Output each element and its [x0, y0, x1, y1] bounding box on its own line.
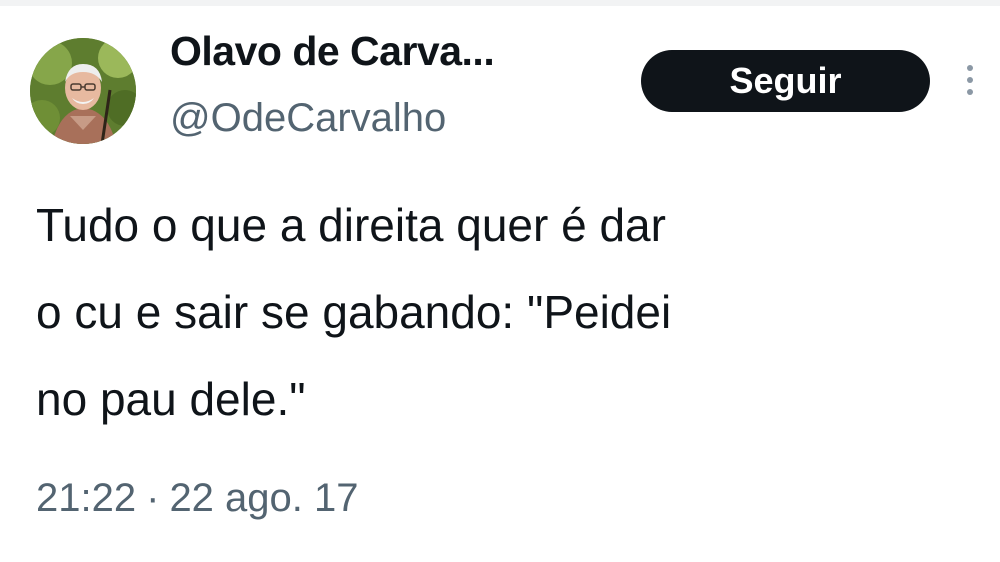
avatar-photo: [30, 38, 136, 144]
tweet-date: 22 ago. 17: [169, 476, 359, 520]
author-handle[interactable]: @OdeCarvalho: [170, 96, 446, 141]
tweet-time: 21:22: [36, 476, 137, 520]
tweet-card: Olavo de Carva... @OdeCarvalho Seguir Tu…: [0, 0, 1000, 562]
avatar[interactable]: [30, 38, 136, 144]
top-divider: [0, 0, 1000, 6]
tweet-timestamp[interactable]: 21:22 · 22 ago. 17: [36, 476, 359, 521]
author-display-name[interactable]: Olavo de Carva...: [170, 28, 495, 75]
timestamp-separator: ·: [146, 476, 160, 520]
tweet-text: Tudo o que a direita quer é dar o cu e s…: [36, 199, 672, 425]
more-vertical-icon: [967, 65, 973, 95]
more-options-button[interactable]: [958, 60, 982, 104]
follow-button[interactable]: Seguir: [641, 50, 930, 112]
